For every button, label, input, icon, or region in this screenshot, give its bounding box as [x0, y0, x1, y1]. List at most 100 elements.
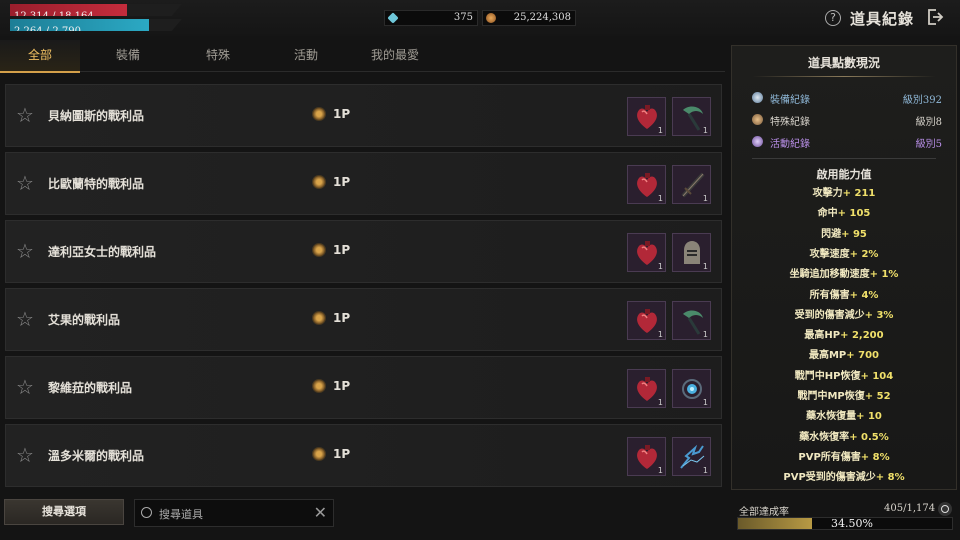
- ability-value: + 104: [860, 370, 894, 382]
- ability-stat: 受到的傷害減少+ 3%: [732, 306, 956, 321]
- help-icon[interactable]: ?: [825, 10, 841, 26]
- ability-label: 攻擊速度: [809, 248, 850, 260]
- ability-value: + 1%: [869, 269, 899, 281]
- hp-bar: 12,314 / 18,164: [10, 4, 182, 16]
- item-quantity: 1: [702, 398, 708, 407]
- record-row[interactable]: ☆ 艾果的戰利品 1P 1 1: [5, 288, 722, 351]
- item-quantity: 1: [657, 466, 663, 475]
- ability-value: + 211: [842, 188, 876, 199]
- ability-stat: 攻擊力+ 211: [732, 184, 956, 199]
- gold-currency: 25,224,308: [482, 10, 576, 26]
- ability-label: 閃避: [821, 228, 842, 240]
- ability-value: + 3%: [864, 309, 894, 321]
- top-bar: 12,314 / 18,164 2,264 / 2,790 375 25,224…: [0, 0, 960, 36]
- blue-gem-amulet-icon[interactable]: 1: [672, 369, 711, 408]
- item-quantity: 1: [702, 330, 708, 339]
- ability-value: + 10: [856, 411, 882, 423]
- blue-lightning-whip-icon[interactable]: 1: [672, 437, 711, 476]
- ability-stat: PVP受到的傷害減少+ 8%: [732, 468, 956, 483]
- favorite-star-icon[interactable]: ☆: [16, 309, 34, 329]
- ability-stat: 藥水恢復率+ 0.5%: [732, 428, 956, 443]
- category-tabs: 全部 裝備 特殊 活動 我的最愛: [0, 40, 725, 73]
- ability-label: 受到的傷害減少: [794, 309, 865, 321]
- category-value: 級別392: [902, 95, 942, 106]
- category-name: 裝備紀錄: [770, 95, 810, 106]
- point-coin-icon: [312, 379, 326, 393]
- record-row[interactable]: ☆ 黎維菈的戰利品 1P 1 1: [5, 356, 722, 419]
- tab-favorites[interactable]: 我的最愛: [355, 40, 435, 72]
- ability-value: + 8%: [875, 472, 905, 484]
- record-row[interactable]: ☆ 貝納圖斯的戰利品 1P 1 1: [5, 84, 722, 147]
- clear-icon[interactable]: ✕: [314, 504, 327, 522]
- mp-bar: 2,264 / 2,790: [10, 19, 182, 31]
- red-heart-relic-icon[interactable]: 1: [627, 437, 666, 476]
- favorite-star-icon[interactable]: ☆: [16, 445, 34, 465]
- point-coin-icon: [312, 243, 326, 257]
- ability-value: + 4%: [849, 289, 879, 301]
- item-quantity: 1: [657, 262, 663, 271]
- red-heart-relic-icon[interactable]: 1: [627, 233, 666, 272]
- record-row[interactable]: ☆ 比歐蘭特的戰利品 1P 1 1: [5, 152, 722, 215]
- ability-stat: 坐騎追加移動速度+ 1%: [732, 265, 956, 280]
- page-title: 道具紀錄: [850, 10, 915, 28]
- favorite-star-icon[interactable]: ☆: [16, 241, 34, 261]
- achievement-progress-fill: [738, 518, 812, 529]
- ability-stat: 所有傷害+ 4%: [732, 286, 956, 301]
- achievement-search-icon[interactable]: [938, 502, 952, 516]
- tab-equipment[interactable]: 裝備: [88, 40, 168, 72]
- record-row[interactable]: ☆ 達利亞女士的戰利品 1P 1 1: [5, 220, 722, 283]
- green-scythe-icon[interactable]: 1: [672, 97, 711, 136]
- event-record-icon: [752, 136, 763, 147]
- record-name: 達利亞女士的戰利品: [48, 245, 157, 259]
- achievement-label: 全部達成率: [739, 507, 789, 518]
- record-points: 1P: [333, 379, 351, 393]
- knight-helmet-icon[interactable]: 1: [672, 233, 711, 272]
- abilities-title: 啟用能力值: [816, 168, 872, 181]
- search-options-button[interactable]: 搜尋選項: [4, 499, 124, 525]
- red-heart-relic-icon[interactable]: 1: [627, 165, 666, 204]
- category-event-record[interactable]: 活動紀錄 級別5: [752, 134, 942, 150]
- ability-label: 最高HP: [804, 330, 841, 342]
- ability-label: 攻擊力: [812, 188, 843, 199]
- tab-special[interactable]: 特殊: [178, 40, 258, 72]
- ability-label: 最高MP: [808, 350, 847, 362]
- category-name: 活動紀錄: [770, 139, 810, 150]
- search-input[interactable]: [159, 505, 309, 523]
- tab-all[interactable]: 全部: [0, 40, 80, 73]
- favorite-star-icon[interactable]: ☆: [16, 105, 34, 125]
- tab-event[interactable]: 活動: [266, 40, 346, 72]
- ability-stat: 閃避+ 95: [732, 225, 956, 240]
- red-heart-relic-icon[interactable]: 1: [627, 369, 666, 408]
- dark-sword-icon[interactable]: 1: [672, 165, 711, 204]
- favorite-star-icon[interactable]: ☆: [16, 173, 34, 193]
- gold-coin-icon: [486, 13, 496, 23]
- red-heart-relic-icon[interactable]: 1: [627, 301, 666, 340]
- record-name: 黎維菈的戰利品: [48, 381, 133, 395]
- item-quantity: 1: [702, 194, 708, 203]
- record-points: 1P: [333, 447, 351, 461]
- red-heart-relic-icon[interactable]: 1: [627, 97, 666, 136]
- ability-label: 藥水恢復量: [806, 411, 857, 423]
- record-row[interactable]: ☆ 溫多米爾的戰利品 1P 1 1: [5, 424, 722, 487]
- record-name: 溫多米爾的戰利品: [48, 449, 145, 463]
- favorite-star-icon[interactable]: ☆: [16, 377, 34, 397]
- record-name: 艾果的戰利品: [48, 313, 121, 327]
- item-quantity: 1: [702, 262, 708, 271]
- category-special-record[interactable]: 特殊紀錄 級別8: [752, 112, 942, 128]
- ability-stat: 最高MP+ 700: [732, 346, 956, 361]
- ability-value: + 105: [837, 208, 871, 220]
- item-points-panel: 道具點數現況 裝備紀錄 級別392 特殊紀錄 級別8 活動紀錄 級別5 啟用能力…: [731, 45, 957, 490]
- search-icon: [141, 507, 152, 518]
- equipment-record-icon: [752, 92, 763, 103]
- item-quantity: 1: [702, 466, 708, 475]
- exit-icon[interactable]: [926, 8, 944, 26]
- item-quantity: 1: [702, 126, 708, 135]
- panel-divider: [752, 76, 936, 77]
- ability-value: + 0.5%: [849, 431, 889, 443]
- ability-label: 藥水恢復率: [799, 431, 850, 443]
- green-scythe-icon[interactable]: 1: [672, 301, 711, 340]
- ability-stat: 戰鬥中MP恢復+ 52: [732, 387, 956, 402]
- item-quantity: 1: [657, 330, 663, 339]
- category-equipment-record[interactable]: 裝備紀錄 級別392: [752, 90, 942, 106]
- mp-text: 2,264 / 2,790: [14, 26, 81, 37]
